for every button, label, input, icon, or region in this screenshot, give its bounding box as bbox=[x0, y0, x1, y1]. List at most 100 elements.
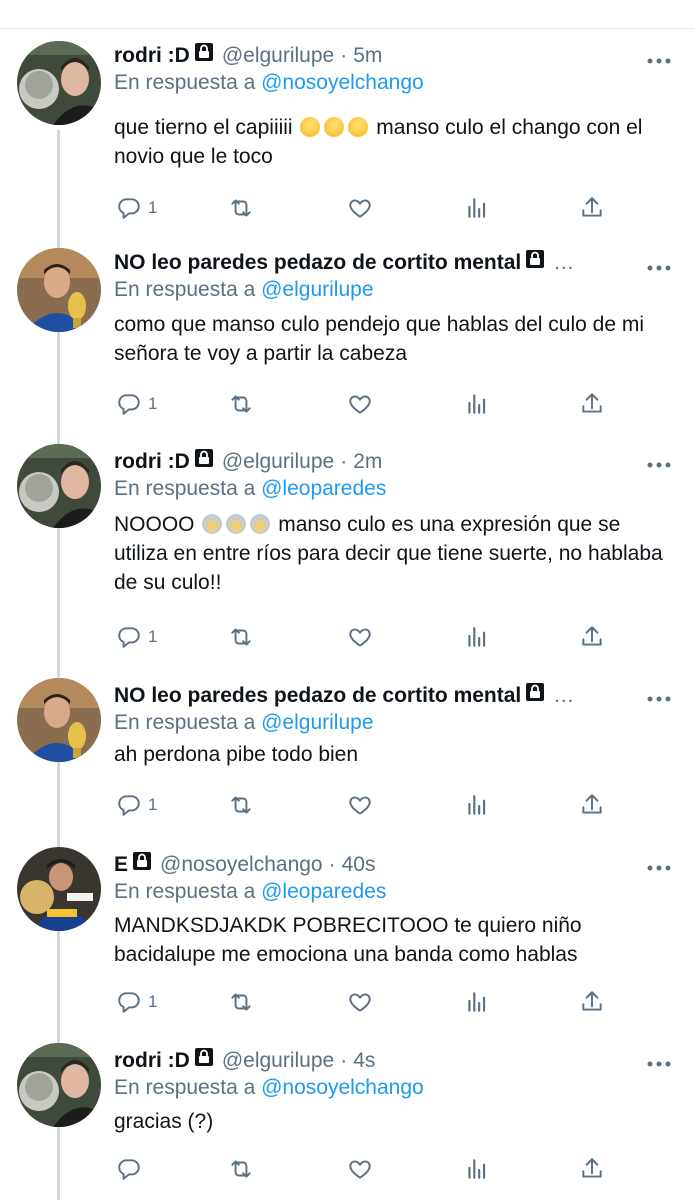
tweet-actions: 1 bbox=[114, 389, 614, 419]
emoji-icon bbox=[324, 117, 345, 137]
avatar[interactable] bbox=[17, 847, 101, 931]
reply-icon bbox=[118, 198, 140, 219]
share-button[interactable] bbox=[579, 1154, 605, 1184]
truncation: … bbox=[553, 683, 575, 707]
reply-button[interactable]: 1 bbox=[116, 622, 157, 652]
display-name[interactable]: rodri :D bbox=[114, 1048, 190, 1074]
tweet-text: como que manso culo pendejo que hablas d… bbox=[114, 310, 677, 368]
stats-icon bbox=[468, 627, 486, 647]
retweet-button[interactable] bbox=[228, 193, 254, 223]
display-name[interactable]: NO leo paredes pedazo de cortito mental bbox=[114, 683, 521, 709]
more-icon[interactable] bbox=[647, 1055, 671, 1067]
reply-button[interactable]: 1 bbox=[116, 987, 157, 1017]
stats-button[interactable] bbox=[464, 987, 490, 1017]
more-icon[interactable] bbox=[647, 859, 671, 871]
avatar[interactable] bbox=[17, 41, 101, 125]
like-icon bbox=[349, 796, 371, 815]
reply-button[interactable]: 1 bbox=[116, 193, 157, 223]
tweet-actions bbox=[114, 1154, 614, 1184]
avatar[interactable] bbox=[17, 678, 101, 762]
lock-icon bbox=[525, 249, 545, 276]
reply-to-link[interactable]: @elgurilupe bbox=[261, 278, 373, 301]
stats-button[interactable] bbox=[464, 790, 490, 820]
reply-to-link[interactable]: @leoparedes bbox=[261, 477, 386, 500]
tweet-text-part: NOOOO bbox=[114, 513, 195, 536]
tweet[interactable]: E @nosoyelchango · 40s En respuesta a @l… bbox=[0, 845, 695, 1035]
timestamp[interactable]: 40s bbox=[342, 852, 376, 878]
reply-button[interactable] bbox=[116, 1154, 148, 1184]
share-icon bbox=[582, 991, 602, 1011]
retweet-icon bbox=[231, 1160, 251, 1178]
share-button[interactable] bbox=[579, 193, 605, 223]
reply-to-link[interactable]: @nosoyelchango bbox=[261, 1076, 424, 1099]
lock-icon bbox=[525, 682, 545, 709]
share-button[interactable] bbox=[579, 987, 605, 1017]
share-icon bbox=[582, 794, 602, 814]
more-icon[interactable] bbox=[647, 690, 671, 702]
reply-to-link[interactable]: @elgurilupe bbox=[261, 711, 373, 734]
display-name[interactable]: rodri :D bbox=[114, 43, 190, 69]
tweet[interactable]: NO leo paredes pedazo de cortito mental … bbox=[0, 676, 695, 836]
avatar-leo bbox=[17, 248, 101, 332]
display-name[interactable]: E bbox=[114, 852, 128, 878]
handle[interactable]: @elgurilupe bbox=[222, 1048, 334, 1074]
separator: · bbox=[340, 1048, 348, 1072]
retweet-icon bbox=[231, 796, 251, 814]
like-button[interactable] bbox=[347, 1154, 373, 1184]
share-button[interactable] bbox=[579, 622, 605, 652]
handle[interactable]: @elgurilupe bbox=[222, 43, 334, 69]
reply-prefix: En respuesta a bbox=[114, 278, 256, 301]
separator: · bbox=[328, 852, 336, 876]
retweet-button[interactable] bbox=[228, 790, 254, 820]
share-button[interactable] bbox=[579, 790, 605, 820]
timestamp[interactable]: 2m bbox=[353, 449, 382, 475]
stats-button[interactable] bbox=[464, 389, 490, 419]
reply-button[interactable]: 1 bbox=[116, 790, 157, 820]
retweet-icon bbox=[231, 395, 251, 413]
like-button[interactable] bbox=[347, 389, 373, 419]
more-icon[interactable] bbox=[647, 456, 671, 468]
handle[interactable]: @elgurilupe bbox=[222, 449, 334, 475]
like-button[interactable] bbox=[347, 622, 373, 652]
tweet[interactable]: rodri :D @elgurilupe · 4s En respuesta a… bbox=[0, 1041, 695, 1200]
more-icon[interactable] bbox=[647, 52, 671, 64]
like-button[interactable] bbox=[347, 987, 373, 1017]
display-name[interactable]: NO leo paredes pedazo de cortito mental bbox=[114, 250, 521, 276]
avatar[interactable] bbox=[17, 1043, 101, 1127]
reply-icon bbox=[118, 992, 140, 1013]
avatar-rodri bbox=[17, 41, 101, 125]
like-button[interactable] bbox=[347, 790, 373, 820]
reply-context: En respuesta a @nosoyelchango bbox=[114, 70, 677, 96]
tweet[interactable]: rodri :D @elgurilupe · 2m En respuesta a… bbox=[0, 442, 695, 672]
retweet-button[interactable] bbox=[228, 987, 254, 1017]
reply-count: 1 bbox=[148, 992, 158, 1011]
reply-context: En respuesta a @elgurilupe bbox=[114, 277, 677, 303]
stats-button[interactable] bbox=[464, 193, 490, 223]
tweet[interactable]: rodri :D @elgurilupe · 5m En respuesta a… bbox=[0, 38, 695, 236]
display-name[interactable]: rodri :D bbox=[114, 449, 190, 475]
reply-button[interactable]: 1 bbox=[116, 389, 157, 419]
reply-to-link[interactable]: @leoparedes bbox=[261, 880, 386, 903]
tweet-actions: 1 bbox=[114, 790, 614, 820]
retweet-button[interactable] bbox=[228, 1154, 254, 1184]
stats-button[interactable] bbox=[464, 1154, 490, 1184]
tweet-text-part: que tierno el capiiiii bbox=[114, 116, 293, 139]
tweet-text-part: manso culo es una expresión que se utili… bbox=[114, 513, 663, 594]
avatar[interactable] bbox=[17, 444, 101, 528]
retweet-button[interactable] bbox=[228, 389, 254, 419]
tweet[interactable]: NO leo paredes pedazo de cortito mental … bbox=[0, 245, 695, 441]
retweet-button[interactable] bbox=[228, 622, 254, 652]
reply-to-link[interactable]: @nosoyelchango bbox=[261, 71, 424, 94]
emoji-icon bbox=[226, 514, 247, 534]
reply-count: 1 bbox=[148, 795, 158, 814]
timestamp[interactable]: 4s bbox=[353, 1048, 375, 1074]
handle[interactable]: @nosoyelchango bbox=[160, 852, 323, 878]
separator: · bbox=[340, 449, 348, 473]
like-button[interactable] bbox=[347, 193, 373, 223]
share-button[interactable] bbox=[579, 389, 605, 419]
avatar[interactable] bbox=[17, 248, 101, 332]
more-icon[interactable] bbox=[647, 259, 671, 271]
reply-count: 1 bbox=[148, 627, 158, 646]
stats-button[interactable] bbox=[464, 622, 490, 652]
timestamp[interactable]: 5m bbox=[353, 43, 382, 69]
